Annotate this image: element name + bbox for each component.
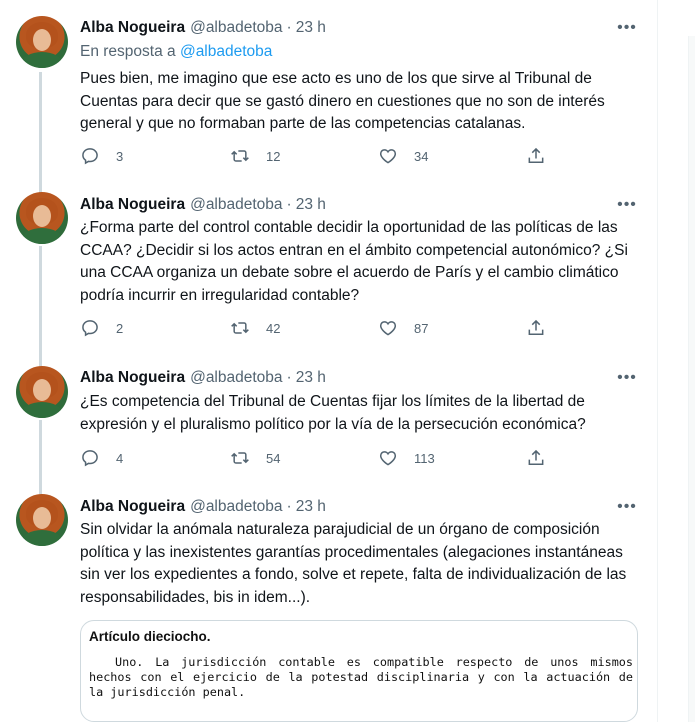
avatar[interactable]	[16, 494, 68, 546]
author-name[interactable]: Alba Nogueira	[80, 369, 185, 387]
tweet-text: Sin olvidar la anómala naturaleza paraju…	[80, 521, 627, 606]
retweet-button[interactable]: 12	[230, 146, 280, 166]
timestamp[interactable]: 23 h	[296, 498, 326, 516]
tweet[interactable]: Alba Nogueira @albadetoba · 23 h ••• ¿Es…	[0, 362, 657, 488]
share-button[interactable]	[526, 146, 546, 166]
retweet-button[interactable]: 42	[230, 318, 280, 338]
tweet-actions: 4 54 113	[80, 448, 550, 470]
share-icon	[526, 318, 546, 338]
tweet-header: Alba Nogueira @albadetoba · 23 h	[80, 195, 326, 215]
retweet-icon	[230, 146, 250, 166]
thread-connector	[39, 420, 42, 488]
like-count: 113	[414, 450, 435, 466]
timestamp[interactable]: 23 h	[296, 19, 326, 37]
author-name[interactable]: Alba Nogueira	[80, 19, 185, 37]
reply-handle-link[interactable]: @albadetoba	[180, 43, 272, 60]
share-icon	[526, 146, 546, 166]
reply-count: 3	[116, 148, 124, 164]
tweet-header: Alba Nogueira @albadetoba · 23 h	[80, 18, 326, 38]
retweet-count: 54	[266, 450, 281, 466]
reply-icon	[80, 448, 100, 468]
attached-image-card[interactable]: Artículo dieciocho. Uno. La jurisdicción…	[80, 620, 638, 722]
tweet-text: ¿Es competencia del Tribunal de Cuentas …	[80, 393, 586, 433]
retweet-count: 12	[266, 148, 281, 164]
separator: ·	[286, 19, 292, 36]
retweet-icon	[230, 318, 250, 338]
avatar[interactable]	[16, 16, 68, 68]
author-handle[interactable]: @albadetoba	[190, 498, 282, 516]
reply-button[interactable]: 4	[80, 448, 123, 468]
tweet[interactable]: Alba Nogueira @albadetoba · 23 h ••• ¿Fo…	[0, 190, 657, 362]
retweet-icon	[230, 448, 250, 468]
thread-connector	[39, 72, 42, 190]
author-handle[interactable]: @albadetoba	[190, 369, 282, 387]
share-icon	[526, 448, 546, 468]
tweet-actions: 2 42 87	[80, 318, 550, 340]
reply-button[interactable]: 3	[80, 146, 123, 166]
timeline: Alba Nogueira @albadetoba · 23 h ••• En …	[0, 0, 657, 722]
more-icon[interactable]: •••	[616, 195, 638, 215]
reply-context: En resposta a @albadetoba	[80, 43, 272, 61]
heart-icon	[378, 146, 398, 166]
heart-icon	[378, 448, 398, 468]
tweet-actions: 3 12 34	[80, 146, 550, 168]
heart-icon	[378, 318, 398, 338]
retweet-count: 42	[266, 320, 281, 336]
like-count: 87	[414, 320, 429, 336]
tweet-header: Alba Nogueira @albadetoba · 23 h	[80, 497, 326, 517]
reply-button[interactable]: 2	[80, 318, 123, 338]
attached-image-title: Artículo dieciocho.	[89, 629, 211, 644]
like-button[interactable]: 34	[378, 146, 428, 166]
author-handle[interactable]: @albadetoba	[190, 19, 282, 37]
share-button[interactable]	[526, 318, 546, 338]
author-name[interactable]: Alba Nogueira	[80, 196, 185, 214]
like-count: 34	[414, 148, 429, 164]
more-icon[interactable]: •••	[616, 497, 638, 517]
more-icon[interactable]: •••	[616, 368, 638, 388]
separator: ·	[286, 498, 292, 515]
author-name[interactable]: Alba Nogueira	[80, 498, 185, 516]
tweet[interactable]: Alba Nogueira @albadetoba · 23 h ••• En …	[0, 0, 657, 190]
sidebar-card-edge	[688, 36, 695, 722]
avatar[interactable]	[16, 366, 68, 418]
like-button[interactable]: 113	[378, 448, 435, 468]
more-icon[interactable]: •••	[616, 18, 638, 38]
tweet-text: Pues bien, me imagino que ese acto es un…	[80, 70, 605, 132]
tweet-header: Alba Nogueira @albadetoba · 23 h	[80, 368, 326, 388]
separator: ·	[286, 369, 292, 386]
retweet-button[interactable]: 54	[230, 448, 280, 468]
reply-icon	[80, 146, 100, 166]
share-button[interactable]	[526, 448, 546, 468]
author-handle[interactable]: @albadetoba	[190, 196, 282, 214]
reply-prefix: En resposta a	[80, 43, 180, 60]
tweet-text: ¿Forma parte del control contable decidi…	[80, 219, 628, 304]
reply-count: 4	[116, 450, 124, 466]
like-button[interactable]: 87	[378, 318, 428, 338]
separator: ·	[286, 196, 292, 213]
timestamp[interactable]: 23 h	[296, 196, 326, 214]
avatar[interactable]	[16, 192, 68, 244]
attached-image-text: Uno. La jurisdicción contable es compati…	[89, 655, 633, 699]
timestamp[interactable]: 23 h	[296, 369, 326, 387]
reply-count: 2	[116, 320, 124, 336]
thread-connector	[39, 246, 42, 362]
reply-icon	[80, 318, 100, 338]
